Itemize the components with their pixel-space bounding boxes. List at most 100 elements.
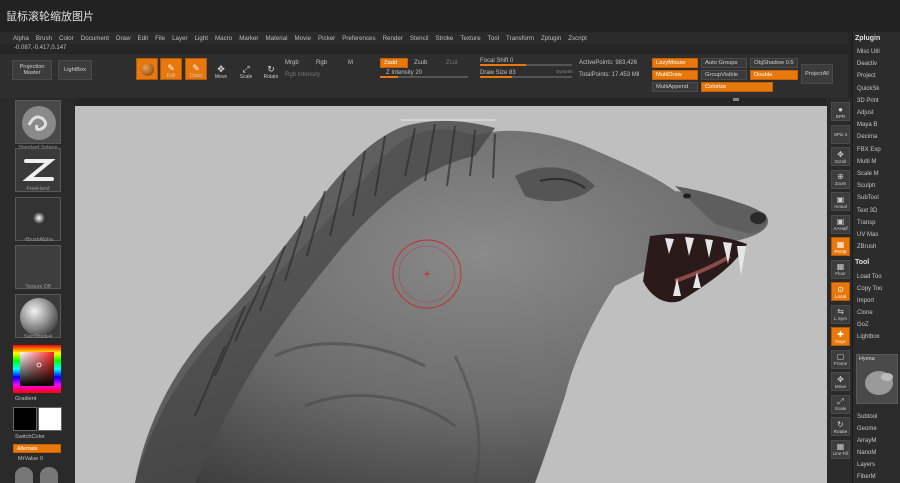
palette-item[interactable]: Lightbox (857, 334, 880, 340)
menu-item[interactable]: Stroke (435, 35, 453, 42)
shelf-local-button[interactable]: ⊙ Local (831, 282, 850, 301)
z-intensity-slider[interactable]: Z Intensity 20 (380, 70, 468, 81)
zadd-button[interactable]: Zadd (380, 58, 408, 68)
rgb-intensity-slider[interactable]: Rgb Intensity (285, 72, 320, 78)
palette-item[interactable]: Adjust (857, 110, 874, 116)
multiappend-button[interactable]: MultiAppend (652, 82, 698, 92)
tool-scale-button[interactable]: ⤢ Scale (235, 58, 257, 80)
tool-draw-button[interactable]: ✎ Draw (185, 58, 207, 80)
shelf-zoom-button[interactable]: ⊕ Zoom (831, 169, 850, 189)
menu-item[interactable]: Movie (295, 35, 312, 42)
shelf-spix-3-button[interactable]: SPix 3 (831, 124, 850, 144)
menu-item[interactable]: Layer (172, 35, 187, 42)
palette-item[interactable]: NanoM (857, 450, 876, 456)
switch-color-button[interactable]: SwitchColor (15, 434, 45, 440)
shelf-scale-button[interactable]: ⤢ Scale (831, 394, 850, 414)
shelf-bpr-button[interactable]: ● BPR (831, 102, 850, 121)
menu-item[interactable]: File (155, 35, 165, 42)
menu-item[interactable]: Edit (137, 35, 148, 42)
menu-item[interactable]: Picker (318, 35, 335, 42)
zcut-button[interactable]: Zcut (446, 60, 458, 66)
zsub-button[interactable]: Zsub (414, 60, 427, 66)
palette-item[interactable]: Geome (857, 426, 877, 432)
mrgb-button[interactable]: Mrgb (285, 60, 299, 66)
main-color-swatch[interactable] (38, 407, 62, 431)
menu-item[interactable]: Zscript (568, 35, 587, 42)
mrvalue-slider[interactable]: MrValue 0 (18, 456, 43, 462)
focal-shift-slider[interactable]: Focal Shift 0 (480, 58, 572, 69)
menu-item[interactable]: Color (59, 35, 74, 42)
shelf-collapse-handle[interactable] (733, 98, 739, 101)
tool-preview[interactable]: Hyena (856, 354, 898, 404)
palette-item[interactable]: FiberM (857, 474, 876, 480)
lightbox-button[interactable]: LightBox (58, 60, 92, 80)
palette-item[interactable]: Load Too (857, 274, 882, 280)
palette-item[interactable]: Text 3D (857, 208, 877, 214)
menu-item[interactable]: Brush (36, 35, 52, 42)
shelf-rotate-button[interactable]: ↻ Rotate (831, 417, 850, 436)
palette-item[interactable]: Project (857, 73, 876, 79)
menu-item[interactable]: Preferences (342, 35, 375, 42)
menu-item[interactable]: Light (195, 35, 208, 42)
shelf-gxyz-button[interactable]: ✚ Gxyz (831, 327, 850, 346)
shelf-persp-button[interactable]: ▦ Persp (831, 237, 850, 256)
tool-rotate-button[interactable]: ↻ Rotate (260, 58, 282, 80)
group-visible-button[interactable]: GroupVisible (701, 70, 747, 80)
shelf-move-button[interactable]: ✥ Move (831, 372, 850, 391)
palette-item[interactable]: Copy Too (857, 286, 882, 292)
menu-item[interactable]: Alpha (13, 35, 29, 42)
alpha-thumbnail[interactable] (15, 197, 61, 241)
palette-item[interactable]: Deactiv (857, 61, 877, 67)
shelf-floor-button[interactable]: ▦ Floor (831, 259, 850, 279)
double-button[interactable]: Double (750, 70, 798, 80)
zplugin-header[interactable]: Zplugin (855, 35, 880, 42)
menu-item[interactable]: Marker (239, 35, 258, 42)
m-button[interactable]: M (348, 60, 353, 66)
menu-item[interactable]: Tool (488, 35, 499, 42)
color-picker[interactable] (13, 345, 61, 393)
menu-item[interactable]: Macro (215, 35, 232, 42)
colorize-button[interactable]: Colorize (701, 82, 773, 92)
palette-item[interactable]: ZBrush (857, 244, 876, 250)
dynamic-toggle[interactable]: Dynamic (556, 69, 574, 74)
projection-master-button[interactable]: Projection Master (12, 60, 52, 80)
palette-item[interactable]: FBX Exp (857, 147, 881, 153)
auto-groups-button[interactable]: Auto Groups (701, 58, 747, 68)
tool-move-button[interactable]: ✥ Move (210, 58, 232, 80)
material-thumbnail[interactable] (15, 294, 61, 338)
palette-item[interactable]: Subtool (857, 414, 877, 420)
menu-item[interactable]: Zplugin (541, 35, 561, 42)
palette-item[interactable]: ArrayM (857, 438, 876, 444)
shelf-l-sym-button[interactable]: ⇆ L.Sym (831, 304, 850, 324)
palette-item[interactable]: UV Mas (857, 232, 878, 238)
brush-thumbnail[interactable] (15, 100, 61, 144)
menu-item[interactable]: Material (265, 35, 287, 42)
rgb-button[interactable]: Rgb (316, 60, 327, 66)
project-all-button[interactable]: ProjectAll (801, 64, 833, 84)
menu-item[interactable]: Document (81, 35, 109, 42)
shelf-frame-button[interactable]: ▢ Frame (831, 349, 850, 369)
palette-item[interactable]: GoZ (857, 322, 869, 328)
material-sphere-button[interactable] (136, 58, 158, 80)
palette-item[interactable]: Sculptr (857, 183, 876, 189)
menu-item[interactable]: Draw (116, 35, 130, 42)
shelf-aahalf-button[interactable]: ▣ AAHalf (831, 214, 850, 234)
shelf-scroll-button[interactable]: ✥ Scroll (831, 147, 850, 166)
palette-item[interactable]: Multi M (857, 159, 876, 165)
multidraw-button[interactable]: MultiDraw (652, 70, 698, 80)
canvas-viewport[interactable] (75, 106, 827, 483)
palette-item[interactable]: 3D Print (857, 98, 879, 104)
texture-thumbnail[interactable] (15, 245, 61, 289)
palette-item[interactable]: QuickSk (857, 86, 879, 92)
palette-item[interactable]: Scale M (857, 171, 879, 177)
menu-item[interactable]: Transform (506, 35, 534, 42)
alternate-button[interactable]: Alternate (13, 444, 61, 453)
secondary-color-swatch[interactable] (13, 407, 37, 431)
palette-item[interactable]: Maya B (857, 122, 877, 128)
menu-item[interactable]: Texture (460, 35, 480, 42)
palette-item[interactable]: Decima (857, 134, 877, 140)
palette-item[interactable]: Layers (857, 462, 875, 468)
tool-header[interactable]: Tool (855, 259, 869, 266)
palette-item[interactable]: Transp (857, 220, 875, 226)
obj-shadow-slider[interactable]: ObjShadow 0.5 (750, 58, 798, 68)
